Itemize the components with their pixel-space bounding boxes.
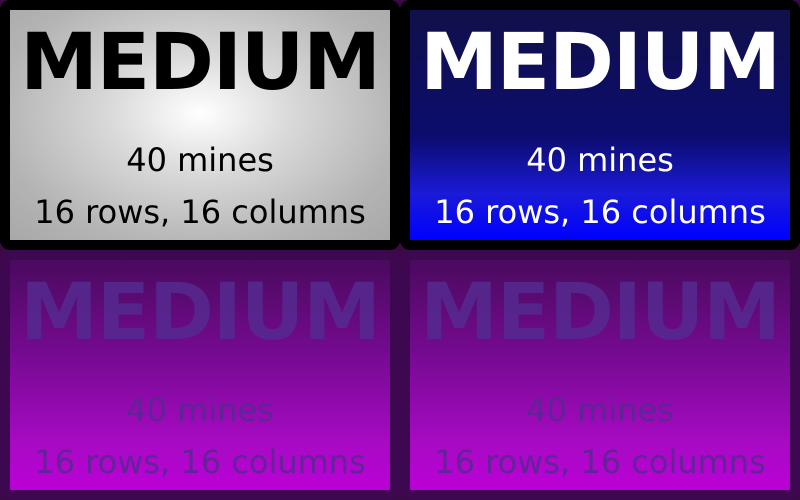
card-board-size: 16 rows, 16 columns [34,193,366,231]
difficulty-grid: MEDIUM 40 mines 16 rows, 16 columns MEDI… [0,0,800,500]
card-board-size: 16 rows, 16 columns [434,193,766,231]
difficulty-card-medium-purple-right[interactable]: MEDIUM 40 mines 16 rows, 16 columns [400,250,800,500]
difficulty-card-medium-grey[interactable]: MEDIUM 40 mines 16 rows, 16 columns [0,0,400,250]
card-board-size: 16 rows, 16 columns [434,443,766,481]
card-title: MEDIUM [420,18,781,108]
card-mines-count: 40 mines [526,141,674,179]
card-mines-count: 40 mines [126,391,274,429]
card-board-size: 16 rows, 16 columns [34,443,366,481]
card-title: MEDIUM [20,268,381,358]
card-mines-count: 40 mines [526,391,674,429]
card-title: MEDIUM [420,268,781,358]
difficulty-card-medium-blue[interactable]: MEDIUM 40 mines 16 rows, 16 columns [400,0,800,250]
card-mines-count: 40 mines [126,141,274,179]
card-title: MEDIUM [20,18,381,108]
difficulty-card-medium-purple-left[interactable]: MEDIUM 40 mines 16 rows, 16 columns [0,250,400,500]
